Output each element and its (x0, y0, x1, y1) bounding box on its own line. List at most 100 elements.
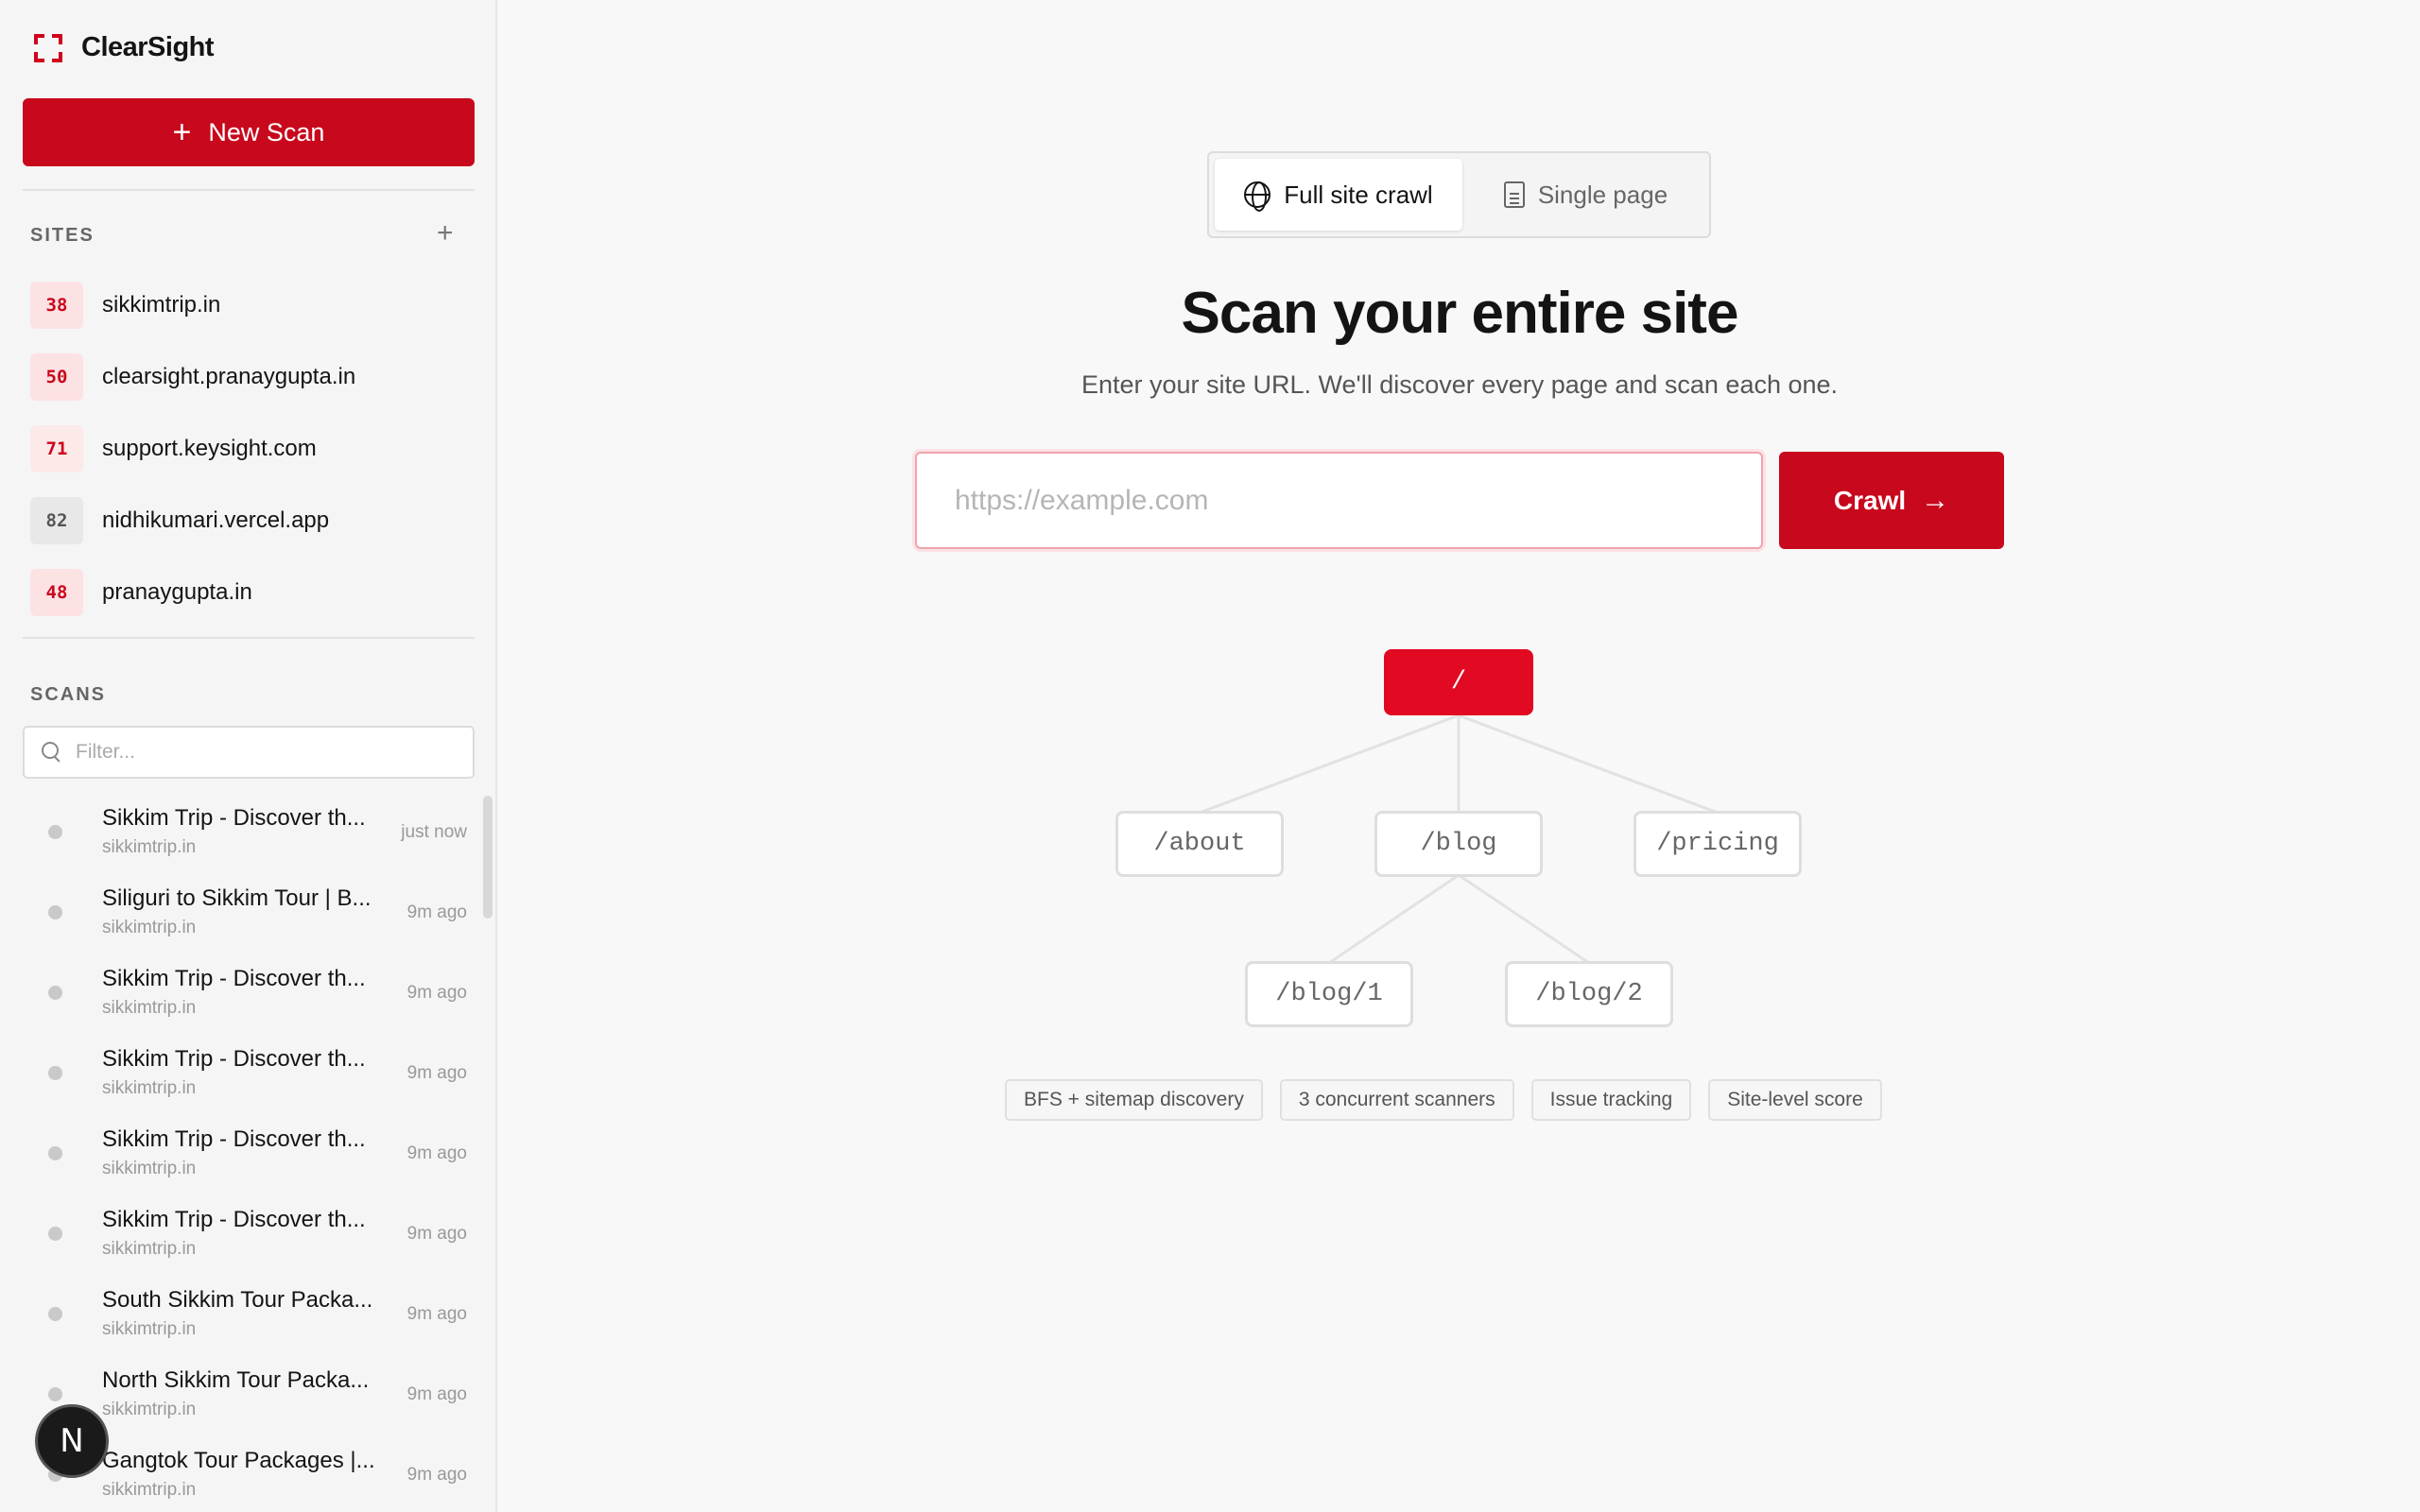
feature-chip: 3 concurrent scanners (1279, 1079, 1514, 1121)
scan-domain: sikkimtrip.in (102, 918, 197, 937)
scan-domain: sikkimtrip.in (102, 1159, 197, 1178)
scan-domain: sikkimtrip.in (102, 1319, 197, 1339)
feature-chip: Issue tracking (1530, 1079, 1692, 1121)
sidebar-scrollbar[interactable] (483, 796, 493, 919)
scan-item[interactable]: South Sikkim Tour Packa... sikkimtrip.in… (23, 1278, 475, 1358)
tab-single-page[interactable]: Single page (1468, 159, 1703, 231)
status-dot (48, 825, 62, 839)
sites-label: SITES (30, 225, 95, 246)
scans-label: SCANS (30, 684, 107, 705)
feature-chips: BFS + sitemap discovery 3 concurrent sca… (1005, 1079, 1882, 1121)
scan-title: Sikkim Trip - Discover th... (102, 1126, 366, 1152)
status-dot (48, 905, 62, 919)
tree-node-root: / (1384, 649, 1533, 715)
tab-label: Full site crawl (1284, 180, 1433, 209)
document-icon (1503, 181, 1525, 208)
status-dot (48, 1227, 62, 1241)
search-icon (42, 742, 62, 763)
scan-title: Siliguri to Sikkim Tour | B... (102, 885, 372, 911)
tree-edge (1458, 873, 1590, 965)
crawl-button[interactable]: Crawl → (1779, 452, 2004, 549)
site-item[interactable]: 82 nidhikumari.vercel.app (30, 485, 475, 557)
arrow-right-icon: → (1921, 484, 1950, 516)
site-score-badge: 38 (30, 282, 83, 329)
scan-title: Sikkim Trip - Discover th... (102, 1207, 366, 1232)
site-score-badge: 50 (30, 353, 83, 401)
site-score-badge: 82 (30, 497, 83, 544)
scan-time: 9m ago (406, 1224, 467, 1244)
tab-label: Single page (1537, 180, 1668, 209)
scan-time: 9m ago (406, 1143, 467, 1163)
new-scan-label: New Scan (208, 117, 325, 146)
scan-title: Sikkim Trip - Discover th... (102, 966, 366, 991)
scan-domain: sikkimtrip.in (102, 1480, 197, 1500)
scan-domain: sikkimtrip.in (102, 998, 197, 1018)
scan-time: just now (401, 822, 467, 842)
scan-item[interactable]: Siliguri to Sikkim Tour | B... sikkimtri… (23, 876, 475, 956)
site-score-badge: 48 (30, 569, 83, 616)
scan-domain: sikkimtrip.in (102, 1078, 197, 1098)
scan-domain: sikkimtrip.in (102, 837, 197, 857)
page-title: Scan your entire site (1181, 281, 1739, 346)
site-score-badge: 71 (30, 425, 83, 472)
scan-title: Sikkim Trip - Discover th... (102, 1046, 366, 1072)
site-item[interactable]: 50 clearsight.pranaygupta.in (30, 341, 475, 413)
filter-input[interactable] (76, 741, 454, 764)
avatar[interactable]: N (35, 1404, 109, 1478)
site-item[interactable]: 71 support.keysight.com (30, 413, 475, 485)
site-item[interactable]: 38 sikkimtrip.in (30, 269, 475, 341)
tree-node-pricing: /pricing (1634, 811, 1802, 877)
brand-name: ClearSight (81, 32, 215, 62)
page-subtitle: Enter your site URL. We'll discover ever… (1080, 370, 1839, 399)
add-site-button[interactable]: + (437, 219, 454, 248)
status-dot (48, 1066, 62, 1080)
status-dot (48, 1307, 62, 1321)
scan-title: North Sikkim Tour Packa... (102, 1367, 370, 1393)
scan-title: South Sikkim Tour Packa... (102, 1287, 373, 1313)
globe-icon (1244, 181, 1271, 212)
sidebar: ClearSight + New Scan SITES + 38 sikkimt… (0, 0, 497, 1512)
scan-time: 9m ago (406, 902, 467, 922)
new-scan-button[interactable]: + New Scan (23, 98, 475, 166)
scan-mode-toggle: Full site crawl Single page (1207, 151, 1711, 238)
feature-chip: Site-level score (1708, 1079, 1882, 1121)
tree-edge (1328, 873, 1460, 965)
site-name: sikkimtrip.in (102, 292, 221, 318)
status-dot (48, 1146, 62, 1160)
site-name: nidhikumari.vercel.app (102, 507, 330, 533)
scan-list: Sikkim Trip - Discover th... sikkimtrip.… (23, 796, 475, 1512)
tab-full-site-crawl[interactable]: Full site crawl (1215, 159, 1462, 231)
scan-time: 9m ago (406, 1465, 467, 1485)
site-item[interactable]: 48 pranaygupta.in (30, 557, 475, 628)
scan-item[interactable]: Sikkim Trip - Discover th... sikkimtrip.… (23, 1117, 475, 1197)
tree-edge (1458, 713, 1719, 815)
scan-domain: sikkimtrip.in (102, 1400, 197, 1419)
tree-edge (1199, 713, 1460, 815)
site-list: 38 sikkimtrip.in 50 clearsight.pranaygup… (30, 269, 475, 628)
feature-chip: BFS + sitemap discovery (1005, 1079, 1263, 1121)
scan-filter[interactable] (23, 726, 475, 779)
site-name: clearsight.pranaygupta.in (102, 364, 356, 389)
tree-node-blog: /blog (1374, 811, 1543, 877)
scan-item[interactable]: Sikkim Trip - Discover th... sikkimtrip.… (23, 1037, 475, 1117)
scan-title: Gangtok Tour Packages |... (102, 1448, 375, 1473)
scan-frame-icon (34, 33, 62, 62)
scan-time: 9m ago (406, 1304, 467, 1324)
status-dot (48, 986, 62, 1000)
site-name: support.keysight.com (102, 436, 317, 461)
crawl-label: Crawl (1833, 485, 1907, 515)
brand[interactable]: ClearSight (34, 32, 215, 63)
scan-item[interactable]: Sikkim Trip - Discover th... sikkimtrip.… (23, 956, 475, 1037)
scan-title: Sikkim Trip - Discover th... (102, 805, 366, 831)
tree-node-blog-2: /blog/2 (1505, 961, 1673, 1027)
scan-time: 9m ago (406, 1063, 467, 1083)
divider (23, 637, 475, 639)
scan-item[interactable]: Sikkim Trip - Discover th... sikkimtrip.… (23, 1197, 475, 1278)
scan-domain: sikkimtrip.in (102, 1239, 197, 1259)
url-input[interactable] (915, 452, 1763, 549)
site-name: pranaygupta.in (102, 579, 252, 605)
status-dot (48, 1387, 62, 1401)
scan-time: 9m ago (406, 983, 467, 1003)
scan-item[interactable]: Sikkim Trip - Discover th... sikkimtrip.… (23, 796, 475, 876)
scan-time: 9m ago (406, 1384, 467, 1404)
